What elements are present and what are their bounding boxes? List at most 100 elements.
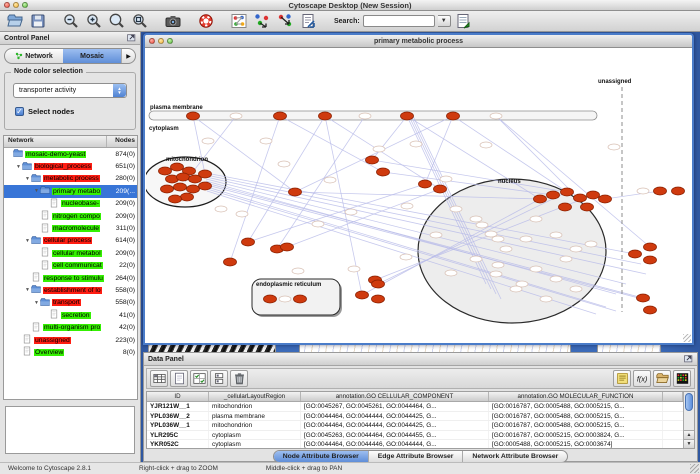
tree-row[interactable]: ▼cellular process614(0) xyxy=(4,235,137,247)
network-node[interactable] xyxy=(447,112,460,120)
unhighlighted-node[interactable] xyxy=(401,203,413,209)
layout-a-button[interactable] xyxy=(251,12,272,30)
network-edge[interactable] xyxy=(605,191,660,199)
network-node[interactable] xyxy=(224,258,237,266)
network-node[interactable] xyxy=(419,180,432,188)
unhighlighted-node[interactable] xyxy=(490,271,502,277)
unselect-attributes-button[interactable] xyxy=(210,370,228,387)
unhighlighted-node[interactable] xyxy=(550,232,562,238)
unhighlighted-node[interactable] xyxy=(470,216,482,222)
unhighlighted-node[interactable] xyxy=(476,222,488,228)
unhighlighted-node[interactable] xyxy=(202,138,214,144)
network-node[interactable] xyxy=(181,193,194,201)
tree-row[interactable]: macromolecule311(0) xyxy=(4,222,137,234)
unhighlighted-node[interactable] xyxy=(278,161,290,167)
node-color-dropdown[interactable]: transporter activity ▲▼ xyxy=(13,83,127,98)
unhighlighted-node[interactable] xyxy=(570,286,582,292)
network-edge[interactable] xyxy=(372,116,407,160)
tree-row[interactable]: response to stimulu264(0) xyxy=(4,272,137,284)
tree-column-network[interactable]: Network xyxy=(4,136,107,147)
tree-row[interactable]: multi-organism pro42(0) xyxy=(4,321,137,333)
network-node[interactable] xyxy=(434,185,447,193)
tree-row[interactable]: nitrogen compo209(0) xyxy=(4,210,137,222)
network-node[interactable] xyxy=(401,112,414,120)
network-node[interactable] xyxy=(281,243,294,251)
tab-network[interactable]: Network xyxy=(5,49,63,63)
network-node[interactable] xyxy=(264,295,277,303)
network-node[interactable] xyxy=(159,167,172,175)
column-header[interactable]: annotation.GO MOLECULAR_FUNCTION xyxy=(489,392,663,401)
unhighlighted-node[interactable] xyxy=(345,209,357,215)
function-builder-button[interactable]: f(x) xyxy=(633,370,651,387)
network-node[interactable] xyxy=(372,280,385,288)
network-node[interactable] xyxy=(161,185,174,193)
network-node[interactable] xyxy=(629,250,642,258)
open-folder-button[interactable] xyxy=(4,12,25,30)
network-node[interactable] xyxy=(377,168,390,176)
network-node[interactable] xyxy=(319,112,332,120)
unhighlighted-node[interactable] xyxy=(260,138,272,144)
unhighlighted-node[interactable] xyxy=(520,236,532,242)
tree-row[interactable]: Overview8(0) xyxy=(4,346,137,358)
search-input[interactable] xyxy=(363,15,435,27)
tree-row[interactable]: unassigned223(0) xyxy=(4,334,137,346)
window-resize-grip[interactable] xyxy=(683,334,691,342)
unhighlighted-node[interactable] xyxy=(359,113,371,119)
float-panel-icon[interactable] xyxy=(684,354,693,365)
unhighlighted-node[interactable] xyxy=(440,176,452,182)
network-edge[interactable] xyxy=(325,116,440,189)
unhighlighted-node[interactable] xyxy=(550,276,562,282)
tree-row[interactable]: mosaic-demo-yeast874(0) xyxy=(4,148,137,160)
network-node[interactable] xyxy=(561,188,574,196)
network-node[interactable] xyxy=(644,243,657,251)
unhighlighted-node[interactable] xyxy=(373,146,385,152)
network-node[interactable] xyxy=(366,156,379,164)
tabs-overflow-button[interactable]: ▶ xyxy=(121,49,135,63)
import-table-button[interactable] xyxy=(453,12,474,30)
select-attributes-button[interactable] xyxy=(190,370,208,387)
select-nodes-checkbox[interactable]: ✓ xyxy=(15,107,24,116)
network-graph-canvas[interactable]: plasma membranecytoplasmmitochondrionnuc… xyxy=(146,49,691,343)
table-row[interactable]: YJR121W__1mitochondrion[GO:0045267, GO:0… xyxy=(147,402,683,412)
unhighlighted-node[interactable] xyxy=(490,113,502,119)
annotate-button[interactable] xyxy=(297,12,318,30)
network-graph[interactable]: plasma membranecytoplasmmitochondrionnuc… xyxy=(146,49,691,343)
network-node[interactable] xyxy=(587,191,600,199)
zoom-out-button[interactable] xyxy=(60,12,81,30)
unhighlighted-node[interactable] xyxy=(560,256,572,262)
unhighlighted-node[interactable] xyxy=(485,231,497,237)
help-ring-button[interactable] xyxy=(195,12,216,30)
tree-row[interactable]: ▼transport558(0) xyxy=(4,297,137,309)
table-row[interactable]: YPL036W__1mitochondrion[GO:0044464, GO:0… xyxy=(147,421,683,431)
unhighlighted-node[interactable] xyxy=(492,262,504,268)
table-row[interactable]: YPL036W__2plasma membrane[GO:0044464, GO… xyxy=(147,412,683,422)
notes-button[interactable] xyxy=(613,370,631,387)
compartment-plasma-membrane[interactable] xyxy=(149,111,597,120)
network-node[interactable] xyxy=(174,183,187,191)
unhighlighted-node[interactable] xyxy=(510,286,522,292)
unhighlighted-node[interactable] xyxy=(540,296,552,302)
network-node[interactable] xyxy=(654,187,667,195)
expand-arrow-icon[interactable]: ▼ xyxy=(33,188,40,194)
network-node[interactable] xyxy=(547,191,560,199)
layout-b-button[interactable] xyxy=(274,12,295,30)
network-view-window[interactable]: primary metabolic process plasma membran… xyxy=(143,33,694,345)
tree-row[interactable]: nucleobase-209(0) xyxy=(4,198,137,210)
unhighlighted-node[interactable] xyxy=(312,221,324,227)
tree-row[interactable]: cellular metabol209(0) xyxy=(4,247,137,259)
unhighlighted-node[interactable] xyxy=(215,206,227,212)
zoom-fit-button[interactable] xyxy=(106,12,127,30)
tree-row[interactable]: ▼establishment of lo558(0) xyxy=(4,284,137,296)
vizmap-legend-button[interactable] xyxy=(228,12,249,30)
table-row[interactable]: YKR052Ccytoplasm[GO:0044464, GO:0044446,… xyxy=(147,440,683,448)
network-window-titlebar[interactable]: primary metabolic process xyxy=(145,35,692,48)
unhighlighted-node[interactable] xyxy=(530,216,542,222)
network-node[interactable] xyxy=(187,185,200,193)
unhighlighted-node[interactable] xyxy=(450,206,462,212)
search-dropdown-button[interactable]: ▼ xyxy=(438,15,451,27)
table-row[interactable]: YLR295Ccytoplasm[GO:0045263, GO:0044464,… xyxy=(147,431,683,441)
unhighlighted-node[interactable] xyxy=(400,254,412,260)
app-resize-grip[interactable] xyxy=(690,464,699,473)
unhighlighted-node[interactable] xyxy=(530,266,542,272)
open-attributes-button[interactable] xyxy=(653,370,671,387)
